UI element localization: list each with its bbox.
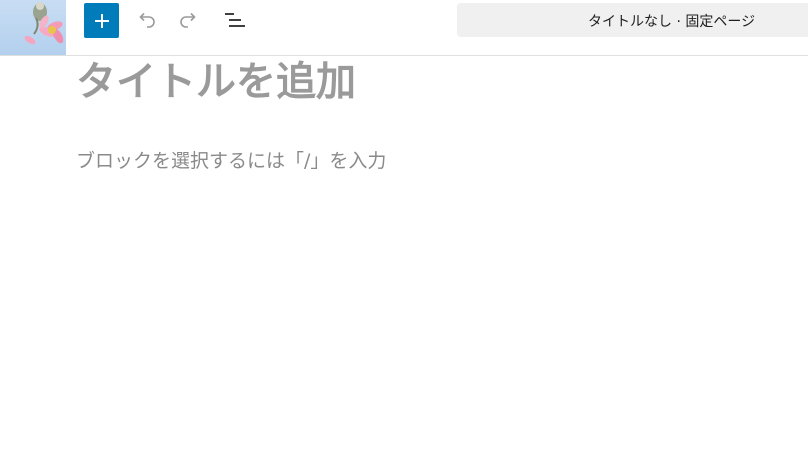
undo-icon (139, 12, 155, 28)
document-title: タイトルなし · 固定ページ (588, 14, 756, 30)
editor-toolbar: タイトルなし · 固定ページ (0, 0, 808, 56)
plus-icon (94, 13, 109, 28)
list-view-button[interactable] (218, 4, 250, 36)
redo-icon (180, 12, 196, 28)
add-block-button[interactable] (84, 3, 119, 38)
site-logo[interactable] (0, 0, 66, 55)
block-appender-placeholder[interactable]: ブロックを選択するには「/」を入力 (76, 148, 386, 174)
list-view-icon (225, 13, 245, 27)
post-title-input[interactable]: タイトルを追加 (76, 56, 356, 108)
undo-button[interactable] (130, 4, 162, 36)
redo-button[interactable] (173, 4, 205, 36)
document-bar[interactable]: タイトルなし · 固定ページ (457, 3, 808, 37)
site-logo-image (24, 2, 64, 44)
